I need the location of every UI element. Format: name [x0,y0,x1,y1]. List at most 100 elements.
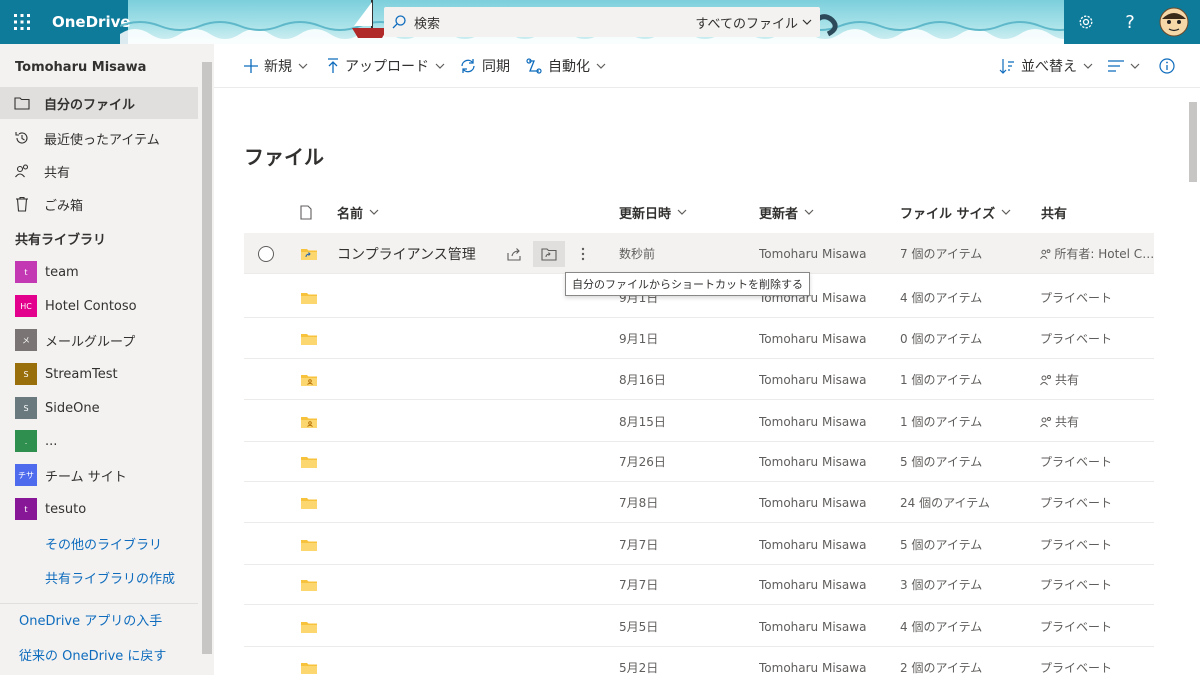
info-pane-button[interactable] [1159,44,1175,88]
row-sharing[interactable]: プライベート [1040,564,1155,605]
row-modified-by[interactable]: Tomoharu Misawa [759,401,866,442]
nav-scrollbar[interactable] [200,44,214,675]
automate-button[interactable]: 自動化 [526,44,606,88]
table-row[interactable]: コンプライアンス管理 数秒前 Tomoharu Misawa 7 個のアイテム 所有者:… [244,233,1155,274]
row-modified-by[interactable]: Tomoharu Misawa [759,359,866,400]
column-header-sharing[interactable]: 共有 [1041,201,1067,223]
folder-icon [301,334,317,345]
row-sharing[interactable]: プライベート [1040,318,1155,359]
row-sharing[interactable]: プライベート [1040,606,1155,647]
table-row[interactable]: 7月8日 Tomoharu Misawa 24 個のアイテム プライベート [244,482,1154,523]
new-button[interactable]: 新規 [244,44,308,88]
remove-shortcut-icon [541,248,557,261]
row-sharing[interactable]: プライベート [1040,277,1155,318]
search-box[interactable]: 検索 すべてのファイル [384,7,820,37]
nav-item-recent[interactable]: 最近使ったアイテム [0,122,198,154]
row-modified-by[interactable]: Tomoharu Misawa [759,524,866,565]
classic-onedrive-link[interactable]: 従来の OneDrive に戻す [19,645,166,664]
view-options-button[interactable] [1108,44,1140,88]
share-row-button[interactable] [499,241,531,267]
nav-item-my-files[interactable]: 自分のファイル [0,87,198,119]
table-row[interactable]: 8月15日 Tomoharu Misawa 1 個のアイテム 共有 [244,401,1154,442]
row-modified-by[interactable]: Tomoharu Misawa [759,606,866,647]
main-scrollbar[interactable] [1186,88,1200,675]
library-team-site[interactable]: チサ チーム サイト [15,463,127,487]
nav-item-recycle-bin[interactable]: ごみ箱 [0,188,198,220]
row-name[interactable] [337,524,497,565]
row-modified-by[interactable]: Tomoharu Misawa [759,647,866,675]
column-header-modified-by[interactable]: 更新者 [759,201,814,223]
row-sharing[interactable]: 共有 [1040,401,1155,442]
column-header-name[interactable]: 名前 [337,201,379,223]
table-row[interactable]: 8月16日 Tomoharu Misawa 1 個のアイテム 共有 [244,359,1154,400]
row-name[interactable] [337,277,497,318]
row-file-size: 4 個のアイテム [900,620,983,634]
get-onedrive-app-link[interactable]: OneDrive アプリの入手 [19,610,162,629]
library-badge: S [15,363,37,385]
chevron-down-icon [298,63,308,69]
row-modified-by[interactable]: Tomoharu Misawa [759,482,866,523]
row-modified: 5月2日 [619,661,659,675]
table-row[interactable]: 5月2日 Tomoharu Misawa 2 個のアイテム プライベート [244,647,1154,675]
library-hotel-contoso[interactable]: HC Hotel Contoso [15,294,137,318]
table-row[interactable]: 7月7日 Tomoharu Misawa 3 個のアイテム プライベート [244,564,1154,605]
column-header-modified[interactable]: 更新日時 [619,201,687,223]
library-tesuto[interactable]: t tesuto [15,497,86,521]
search-scope-dropdown[interactable]: すべてのファイル [695,13,812,32]
row-name[interactable] [337,482,497,523]
row-sharing[interactable]: プライベート [1040,524,1155,565]
table-row[interactable]: 7月26日 Tomoharu Misawa 5 個のアイテム プライベート [244,441,1154,482]
row-modified-by[interactable]: Tomoharu Misawa [759,441,866,482]
row-name[interactable] [337,606,497,647]
row-modified-by[interactable]: Tomoharu Misawa [759,564,866,605]
row-file-size: 5 個のアイテム [900,455,983,469]
row-modified-by[interactable]: Tomoharu Misawa [759,318,866,359]
settings-button[interactable] [1064,0,1108,44]
column-header-file-type[interactable] [300,201,312,223]
library-streamtest[interactable]: S StreamTest [15,362,118,386]
row-sharing[interactable]: 所有者: Hotel Co... [1040,233,1155,274]
row-name[interactable] [337,647,497,675]
remove-shortcut-button[interactable] [533,241,565,267]
row-name[interactable] [337,564,497,605]
search-placeholder: 検索 [414,16,441,32]
plus-icon [244,59,258,73]
account-button[interactable] [1152,0,1196,44]
row-modified-by[interactable]: Tomoharu Misawa [759,233,866,274]
row-name[interactable] [337,359,497,400]
row-name[interactable]: コンプライアンス管理 [337,233,497,274]
row-name[interactable] [337,401,497,442]
row-modified: 7月26日 [619,455,666,469]
main-scrollbar-thumb[interactable] [1189,102,1197,182]
table-row[interactable]: 5月5日 Tomoharu Misawa 4 個のアイテム プライベート [244,606,1154,647]
column-label: 更新日時 [619,206,672,222]
library-mail-group[interactable]: メ メールグループ [15,328,135,352]
table-row[interactable]: 9月1日 Tomoharu Misawa 0 個のアイテム プライベート [244,318,1154,359]
library-sideone[interactable]: S SideOne [15,396,100,420]
create-shared-library-link[interactable]: 共有ライブラリの作成 [45,568,175,587]
row-sharing[interactable]: プライベート [1040,441,1155,482]
row-select-checkbox[interactable] [258,245,274,262]
app-name[interactable]: OneDrive [44,0,131,44]
sort-button[interactable]: 並べ替え [999,44,1093,88]
help-button[interactable]: ? [1108,0,1152,44]
help-icon: ? [1125,11,1135,33]
search-icon [392,15,406,29]
more-libraries-link[interactable]: その他のライブラリ [45,534,162,553]
library-label: Hotel Contoso [45,298,137,314]
library-team[interactable]: t team [15,260,79,284]
app-launcher-button[interactable] [0,0,44,44]
sync-button[interactable]: 同期 [460,44,510,88]
row-sharing[interactable]: プライベート [1040,482,1155,523]
upload-button[interactable]: アップロード [327,44,445,88]
column-header-file-size[interactable]: ファイル サイズ [900,201,1011,223]
row-name[interactable] [337,441,497,482]
table-row[interactable]: 7月7日 Tomoharu Misawa 5 個のアイテム プライベート [244,524,1154,565]
more-actions-button[interactable] [567,241,599,267]
library-ellipsis[interactable]: . ... [15,429,57,453]
nav-item-shared[interactable]: 共有 [0,155,198,187]
row-sharing[interactable]: プライベート [1040,647,1155,675]
row-sharing[interactable]: 共有 [1040,359,1155,400]
nav-scrollbar-thumb[interactable] [202,62,212,654]
row-name[interactable] [337,318,497,359]
